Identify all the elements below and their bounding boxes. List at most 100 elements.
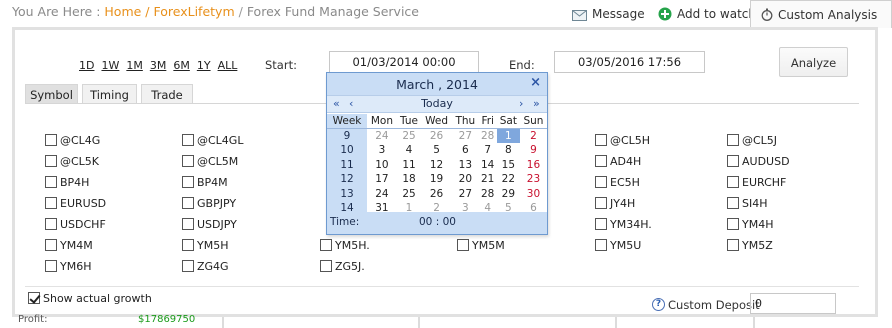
start-date-input[interactable]: 01/03/2014 00:00 bbox=[329, 51, 479, 73]
calendar-day[interactable]: 26 bbox=[421, 187, 452, 202]
next-month-icon[interactable]: › bbox=[519, 97, 523, 110]
symbol-checkbox[interactable]: AUDUSD bbox=[727, 155, 790, 169]
symbol-checkbox[interactable]: YM4M bbox=[45, 239, 93, 253]
checkbox[interactable] bbox=[457, 239, 469, 251]
calendar-day[interactable]: 9 bbox=[520, 143, 547, 158]
checkbox[interactable] bbox=[45, 155, 57, 167]
checkbox[interactable] bbox=[727, 197, 739, 209]
symbol-checkbox[interactable]: BP4M bbox=[182, 176, 228, 190]
checkbox[interactable] bbox=[727, 134, 739, 146]
symbol-checkbox[interactable]: @CL5J bbox=[727, 134, 777, 148]
range-3m-link[interactable]: 3M bbox=[150, 59, 167, 72]
range-1y-link[interactable]: 1Y bbox=[197, 59, 211, 72]
calendar-day[interactable]: 23 bbox=[520, 172, 547, 187]
calendar-day[interactable]: 22 bbox=[497, 172, 520, 187]
range-1m-link[interactable]: 1M bbox=[126, 59, 143, 72]
checkbox[interactable] bbox=[595, 197, 607, 209]
breadcrumb-home-link[interactable]: Home bbox=[104, 4, 141, 19]
symbol-checkbox[interactable]: YM5H. bbox=[320, 239, 370, 253]
calendar-day[interactable]: 26 bbox=[421, 129, 452, 144]
calendar-day-selected[interactable]: 1 bbox=[496, 128, 520, 143]
symbol-checkbox[interactable]: YM5M bbox=[457, 239, 505, 253]
calendar-day[interactable]: 12 bbox=[421, 158, 452, 173]
checkbox[interactable] bbox=[595, 239, 607, 251]
next-year-icon[interactable]: » bbox=[533, 97, 540, 110]
symbol-checkbox[interactable]: EURUSD bbox=[45, 197, 106, 211]
checkbox[interactable] bbox=[727, 218, 739, 230]
range-6m-link[interactable]: 6M bbox=[173, 59, 190, 72]
calendar-day[interactable]: 3 bbox=[367, 143, 397, 158]
symbol-checkbox[interactable]: YM5H bbox=[182, 239, 228, 253]
calendar-day[interactable]: 11 bbox=[397, 158, 421, 173]
calendar-day[interactable]: 10 bbox=[367, 158, 397, 173]
symbol-checkbox[interactable]: ZG4G bbox=[182, 260, 229, 274]
tab-symbol[interactable]: Symbol bbox=[25, 84, 78, 104]
checkbox[interactable] bbox=[45, 218, 57, 230]
calendar-day[interactable]: 28 bbox=[479, 187, 497, 202]
calendar-day[interactable]: 2 bbox=[520, 129, 547, 144]
symbol-checkbox[interactable]: @CL4G bbox=[45, 134, 100, 148]
checkbox[interactable] bbox=[727, 239, 739, 251]
show-growth-checkbox[interactable]: Show actual growth bbox=[28, 292, 152, 305]
range-1w-link[interactable]: 1W bbox=[101, 59, 119, 72]
checkbox[interactable] bbox=[727, 155, 739, 167]
breadcrumb-section-link[interactable]: ForexLifetym bbox=[154, 4, 235, 19]
checkbox[interactable] bbox=[45, 239, 57, 251]
calendar-day[interactable]: 6 bbox=[452, 143, 479, 158]
symbol-checkbox[interactable]: YM5U bbox=[595, 239, 641, 253]
help-icon[interactable]: ? bbox=[652, 298, 665, 311]
symbol-checkbox[interactable]: YM5Z bbox=[727, 239, 773, 253]
calendar-day[interactable]: 25 bbox=[397, 187, 421, 202]
calendar-day[interactable]: 14 bbox=[479, 158, 497, 173]
checkbox[interactable] bbox=[45, 176, 57, 188]
symbol-checkbox[interactable]: YM34H. bbox=[595, 218, 652, 232]
custom-deposit-input[interactable]: 0 bbox=[750, 293, 836, 314]
symbol-checkbox[interactable]: @CL5M bbox=[182, 155, 238, 169]
custom-analysis-tab[interactable]: Custom Analysis bbox=[750, 0, 892, 28]
tab-timing[interactable]: Timing bbox=[82, 84, 137, 104]
checkbox[interactable] bbox=[182, 239, 194, 251]
calendar-day[interactable]: 24 bbox=[367, 129, 397, 144]
calendar-day[interactable]: 24 bbox=[367, 187, 397, 202]
calendar-day[interactable]: 28 bbox=[479, 129, 497, 144]
checkbox[interactable] bbox=[45, 134, 57, 146]
checkbox[interactable] bbox=[595, 218, 607, 230]
time-value[interactable]: 00 : 00 bbox=[419, 216, 456, 228]
calendar-day[interactable]: 27 bbox=[452, 187, 479, 202]
symbol-checkbox[interactable]: SI4H bbox=[727, 197, 768, 211]
calendar-day[interactable]: 4 bbox=[397, 143, 421, 158]
symbol-checkbox[interactable]: USDCHF bbox=[45, 218, 106, 232]
close-icon[interactable]: × bbox=[530, 75, 541, 90]
symbol-checkbox[interactable]: AD4H bbox=[595, 155, 641, 169]
symbol-checkbox[interactable]: @CL5H bbox=[595, 134, 650, 148]
checkbox[interactable] bbox=[595, 134, 607, 146]
calendar-day[interactable]: 27 bbox=[452, 129, 479, 144]
calendar-day[interactable]: 20 bbox=[452, 172, 479, 187]
symbol-checkbox[interactable]: @CL4GL bbox=[182, 134, 243, 148]
checkbox[interactable] bbox=[595, 155, 607, 167]
tab-trade[interactable]: Trade bbox=[141, 84, 193, 104]
range-all-link[interactable]: ALL bbox=[218, 59, 238, 72]
calendar-day[interactable]: 7 bbox=[479, 143, 497, 158]
message-button[interactable]: Message bbox=[572, 7, 645, 24]
symbol-checkbox[interactable]: @CL5K bbox=[45, 155, 99, 169]
symbol-checkbox[interactable]: YM6H bbox=[45, 260, 91, 274]
checkbox[interactable] bbox=[182, 155, 194, 167]
symbol-checkbox[interactable]: USDJPY bbox=[182, 218, 237, 232]
calendar-day[interactable]: 5 bbox=[421, 143, 452, 158]
checkbox[interactable] bbox=[595, 176, 607, 188]
checkbox[interactable] bbox=[182, 218, 194, 230]
checkbox[interactable] bbox=[45, 260, 57, 272]
symbol-checkbox[interactable]: EURCHF bbox=[727, 176, 786, 190]
add-to-watch-button[interactable]: Add to watch bbox=[658, 7, 756, 24]
symbol-checkbox[interactable]: EC5H bbox=[595, 176, 640, 190]
calendar-day[interactable]: 8 bbox=[497, 143, 520, 158]
symbol-checkbox[interactable]: GBPJPY bbox=[182, 197, 236, 211]
date-picker-popup[interactable]: March , 2014 × « ‹ Today › » Week Mon Tu… bbox=[326, 72, 548, 235]
checkbox[interactable] bbox=[320, 239, 332, 251]
checkbox[interactable] bbox=[182, 197, 194, 209]
calendar-day[interactable]: 21 bbox=[479, 172, 497, 187]
calendar-day[interactable]: 15 bbox=[497, 158, 520, 173]
end-date-input[interactable]: 03/05/2016 17:56 bbox=[554, 51, 705, 73]
symbol-checkbox[interactable]: YM4H bbox=[727, 218, 773, 232]
